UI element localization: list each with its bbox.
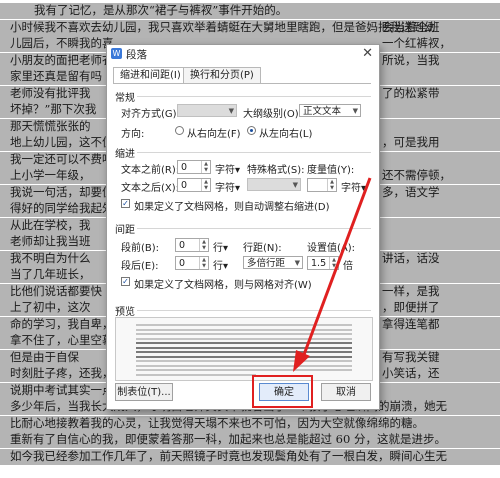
annotation-arrow-icon [293,177,372,372]
